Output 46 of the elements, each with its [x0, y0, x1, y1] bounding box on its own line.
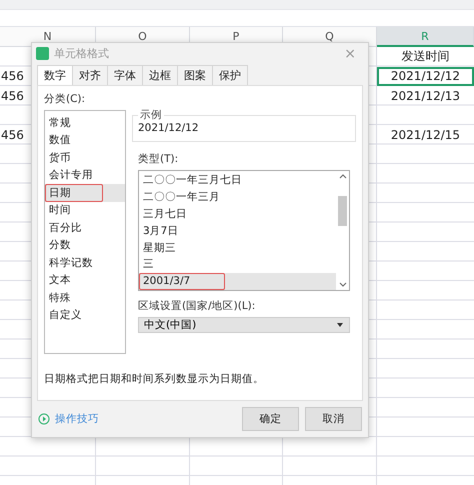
play-circle-icon: [38, 413, 50, 425]
sample-legend: 示例: [138, 108, 164, 122]
type-item[interactable]: 3月7日: [139, 222, 336, 240]
scroll-down-icon[interactable]: [338, 282, 346, 288]
cancel-button[interactable]: 取消: [305, 407, 362, 431]
category-item[interactable]: 百分比: [45, 219, 125, 236]
category-item[interactable]: 自定义: [45, 306, 125, 324]
table-cell: 456: [1, 128, 24, 142]
category-item[interactable]: 货币: [45, 149, 125, 166]
type-item[interactable]: 星期三: [139, 239, 336, 256]
table-cell-text: 2021/12/15: [390, 126, 462, 144]
table-cell: 456: [1, 88, 24, 103]
table-cell: 2021/12/12: [377, 66, 474, 86]
table-cell-text: 2021/12/13: [390, 88, 462, 105]
locale-label: 区域设置(国家/地区)(L):: [138, 299, 256, 313]
tab[interactable]: 保护: [212, 65, 248, 85]
dropdown-caret-icon: [336, 322, 344, 328]
locale-dropdown[interactable]: 中文(中国): [138, 317, 350, 333]
type-item[interactable]: 2001/3/7: [139, 272, 336, 290]
tab[interactable]: 数字: [37, 65, 73, 85]
category-item[interactable]: 分数: [45, 236, 125, 254]
sample-value: 2021/12/12: [138, 122, 200, 134]
category-item[interactable]: 时间: [45, 202, 125, 219]
category-item[interactable]: 会计专用: [45, 166, 125, 184]
category-item[interactable]: 常规: [45, 114, 125, 132]
type-item[interactable]: 三月七日: [139, 206, 336, 222]
ok-button[interactable]: 确定: [242, 407, 299, 431]
scrollbar-thumb[interactable]: [338, 196, 347, 226]
table-cell-text: 发送时间: [400, 48, 450, 66]
description-text: 日期格式把日期和时间系列数显示为日期值。: [44, 372, 265, 386]
category-label: 分类(C):: [44, 92, 86, 106]
type-item[interactable]: 三: [139, 256, 336, 273]
type-list[interactable]: 二〇〇一年三月七日 二〇〇一年三月 三月七日 3月7日 星期三 三 2001/3/7: [138, 170, 350, 291]
category-item[interactable]: 特殊: [45, 289, 125, 306]
table-cell: 456: [1, 69, 24, 84]
scroll-up-icon[interactable]: [338, 173, 346, 179]
app-logo-icon: [36, 47, 49, 60]
dialog-title: 单元格格式: [54, 46, 110, 61]
type-item[interactable]: 二〇〇一年三月: [139, 188, 336, 206]
type-label: 类型(T):: [138, 152, 180, 166]
category-item[interactable]: 文本: [45, 272, 125, 289]
category-list[interactable]: 常规 数值 货币 会计专用 日期 时间 百分比 分数 科学记数 文本 特殊 自定义: [44, 110, 126, 354]
category-item[interactable]: 科学记数: [45, 254, 125, 272]
category-item[interactable]: 日期: [45, 184, 125, 202]
category-item[interactable]: 数值: [45, 132, 125, 149]
type-item[interactable]: 二〇〇一年三月七日: [139, 172, 336, 189]
